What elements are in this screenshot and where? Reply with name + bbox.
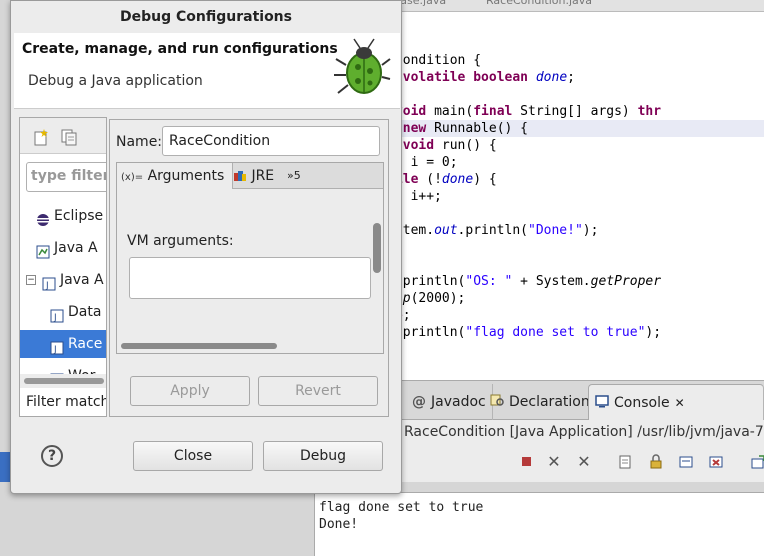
tabs-horizontal-scrollbar[interactable]	[121, 343, 277, 349]
tree-item-label: Race	[68, 336, 103, 352]
tree-item-label: Data	[68, 304, 102, 320]
tab-console[interactable]: Console ✕	[588, 384, 764, 420]
tab-declaration[interactable]: Declaration	[484, 384, 597, 420]
java-config-icon: J	[50, 337, 64, 355]
tab-console-label: Console	[614, 394, 670, 411]
svg-text:J: J	[45, 281, 49, 291]
configuration-details-pane: Name: RaceCondition (x)= Arguments JRE »…	[109, 119, 389, 417]
filter-input[interactable]: type filter t	[26, 162, 106, 192]
apply-button[interactable]: Apply	[130, 376, 250, 406]
tab-javadoc-label: Javadoc	[431, 394, 486, 410]
tree-item-label: Java A	[60, 272, 104, 288]
javadoc-icon: @	[412, 394, 426, 410]
tree-item-label: Java A	[54, 240, 98, 256]
eclipse-icon	[36, 209, 50, 226]
tree-horizontal-scrollbar[interactable]	[20, 374, 106, 388]
debug-configurations-dialog: Debug Configurations Create, manage, and…	[10, 0, 402, 494]
background-selection-strip	[0, 452, 10, 482]
arguments-icon: (x)=	[121, 172, 144, 183]
new-configuration-icon[interactable]	[32, 128, 50, 146]
tab-javadoc[interactable]: @ Javadoc	[406, 384, 493, 420]
configuration-tree-pane: type filter t EclipseJava A−JJava AJData…	[19, 117, 107, 417]
java-app-icon: J	[42, 273, 56, 291]
config-tabs-box: (x)= Arguments JRE »5 VM arguments:	[116, 162, 384, 354]
console-icon	[595, 394, 609, 412]
duplicate-configuration-icon[interactable]	[60, 128, 78, 146]
tab-arguments-label: Arguments	[147, 168, 225, 184]
debug-bug-icon	[330, 37, 392, 99]
name-field[interactable]: RaceCondition	[162, 126, 380, 156]
debug-button[interactable]: Debug	[263, 441, 383, 471]
config-tab-strip: (x)= Arguments JRE »5	[117, 163, 383, 189]
editor-tab-racecondition[interactable]: RaceCondition.java	[486, 0, 592, 12]
tree-item[interactable]: Eclipse	[20, 202, 106, 230]
clear-console-icon[interactable]	[618, 454, 634, 470]
java-config-icon: J	[50, 305, 64, 323]
tab-arguments[interactable]: (x)= Arguments	[117, 163, 234, 189]
help-icon[interactable]: ?	[41, 445, 63, 467]
close-button[interactable]: Close	[133, 441, 253, 471]
java-applet-icon	[36, 241, 50, 259]
svg-text:J: J	[53, 345, 57, 355]
name-label: Name:	[116, 134, 163, 150]
scrollbar-thumb[interactable]	[24, 378, 104, 384]
tab-jre[interactable]: JRE	[233, 163, 274, 189]
remove-launch-icon[interactable]: ✕	[546, 454, 562, 470]
tree-item[interactable]: J Data	[20, 298, 106, 326]
dialog-title: Debug Configurations	[120, 9, 292, 25]
tree-item[interactable]: Java A	[20, 234, 106, 262]
scroll-lock-icon[interactable]	[648, 454, 664, 470]
tree-item[interactable]: − J Java A	[20, 266, 106, 294]
console-line: Done!	[319, 517, 359, 532]
tab-overflow[interactable]: »5	[287, 163, 301, 189]
collapse-toggle-icon[interactable]: −	[26, 275, 36, 285]
vm-arguments-label: VM arguments:	[127, 233, 234, 249]
remove-all-launches-icon[interactable]: ✕	[576, 454, 592, 470]
svg-text:J: J	[53, 313, 57, 323]
banner-subtitle: Debug a Java application	[28, 73, 203, 89]
open-console-icon[interactable]	[750, 454, 764, 470]
tree-item-label: Eclipse	[54, 208, 104, 224]
console-output[interactable]: flag done set to true Done!	[314, 492, 764, 556]
tab-jre-label: JRE	[251, 168, 275, 184]
pin-console-icon[interactable]	[708, 454, 724, 470]
revert-button[interactable]: Revert	[258, 376, 378, 406]
tree-toolbar	[20, 118, 106, 154]
filter-match-label: Filter match	[26, 394, 107, 410]
console-line: flag done set to true	[319, 500, 484, 515]
dialog-banner: Create, manage, and run configurations D…	[14, 33, 400, 109]
tab-declaration-label: Declaration	[509, 394, 590, 410]
word-wrap-icon[interactable]	[678, 454, 694, 470]
declaration-icon	[490, 393, 504, 411]
vm-arguments-field[interactable]	[129, 257, 371, 299]
tree-item[interactable]: J Race	[20, 330, 106, 358]
tabs-vertical-scrollbar[interactable]	[373, 223, 381, 273]
banner-title: Create, manage, and run configurations	[22, 41, 338, 57]
jre-icon	[233, 168, 247, 184]
close-icon[interactable]: ✕	[675, 396, 685, 410]
terminate-icon[interactable]	[518, 454, 534, 470]
